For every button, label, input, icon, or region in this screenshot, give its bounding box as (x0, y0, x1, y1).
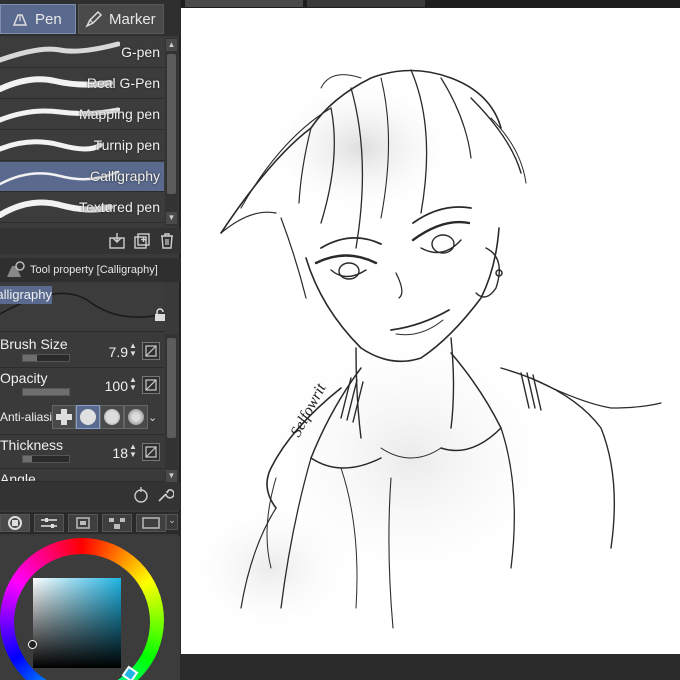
aa-strong-option[interactable] (124, 405, 148, 429)
brush-preview: Calligraphy (0, 284, 164, 332)
thickness-slider[interactable] (22, 455, 70, 463)
tool-property-icon (7, 261, 25, 277)
brush-label: Real G-Pen (86, 75, 160, 91)
scroll-up-icon[interactable]: ▲ (166, 39, 177, 51)
marker-icon (83, 8, 105, 30)
prop-row-brush-size[interactable]: Brush Size 7.9 ▲ ▼ (0, 334, 164, 368)
tab-color-wheel[interactable] (0, 514, 30, 532)
prop-value[interactable]: 100 (105, 378, 128, 394)
tool-property-title: Tool property [Calligraphy] (30, 264, 158, 276)
stepper-icon[interactable]: ▲ ▼ (128, 376, 138, 394)
brush-item-calligraphy[interactable]: Calligraphy (0, 162, 164, 192)
duplicate-icon[interactable] (133, 232, 151, 250)
brush-item-mapping-pen[interactable]: Mapping pen (0, 100, 164, 130)
prop-row-thickness[interactable]: Thickness 18 ▲ ▼ (0, 435, 164, 469)
prop-value[interactable]: 7.9 (109, 344, 128, 360)
tool-property-header: Tool property [Calligraphy] (0, 258, 180, 282)
brush-label: G-pen (121, 44, 160, 60)
brush-label: Textured pen (79, 199, 160, 215)
canvas-status-bar (181, 654, 680, 680)
tab-pen[interactable]: Pen (0, 4, 76, 34)
prop-row-anti-aliasing[interactable]: Anti-aliasing ⌄ (0, 401, 164, 435)
tool-name-badge: Calligraphy (0, 286, 52, 304)
subtool-actions-bar (0, 228, 180, 254)
pressure-toggle-icon[interactable] (142, 443, 160, 461)
prop-label: Anti-aliasing (0, 410, 52, 424)
prop-row-opacity[interactable]: Opacity 100 ▲ ▼ (0, 368, 164, 402)
lock-icon[interactable] (154, 308, 166, 322)
wrench-icon[interactable] (156, 486, 174, 504)
tool-property-actions (0, 482, 180, 510)
pressure-toggle-icon[interactable] (142, 342, 160, 360)
brush-label: Turnip pen (93, 137, 160, 153)
brush-size-slider[interactable] (22, 354, 70, 362)
brush-item-g-pen[interactable]: G-pen (0, 38, 164, 68)
pressure-toggle-icon[interactable] (142, 376, 160, 394)
tab-color-slider[interactable] (34, 514, 64, 532)
aa-none-option[interactable] (52, 405, 76, 429)
tab-pen-label: Pen (35, 10, 62, 28)
color-panel-tabs: ⌄ (0, 512, 180, 534)
color-picker-marker[interactable] (28, 640, 37, 649)
brush-item-real-g-pen[interactable]: Real G-Pen (0, 69, 164, 99)
brush-list-scrollbar[interactable]: ▲ ▼ (165, 38, 178, 226)
document-tab[interactable] (307, 0, 425, 7)
prop-label: Opacity (0, 370, 48, 386)
trash-icon[interactable] (158, 232, 176, 250)
brush-list: G-pen Real G-Pen Mapping pen Turnip pen … (0, 38, 164, 226)
tool-property-scrollbar[interactable]: ▼ (165, 334, 178, 484)
prop-label: Thickness (0, 437, 64, 453)
tab-marker-label: Marker (109, 10, 156, 28)
stepper-icon[interactable]: ▲ ▼ (128, 443, 138, 461)
drawing-canvas[interactable]: Selfowrit (181, 8, 680, 654)
scrollbar-thumb[interactable] (167, 54, 176, 194)
color-wheel-panel (0, 536, 180, 680)
aa-medium-option[interactable] (100, 405, 124, 429)
tab-approximate-color[interactable] (136, 514, 166, 532)
import-icon[interactable] (108, 232, 126, 250)
prop-row-angle[interactable]: Angle 90 (0, 469, 164, 482)
tab-marker[interactable]: Marker (78, 4, 164, 34)
scrollbar-thumb[interactable] (167, 338, 176, 438)
document-tab[interactable] (185, 0, 303, 7)
document-tab-bar (181, 0, 680, 8)
reset-icon[interactable] (132, 486, 150, 504)
sketch-artwork: Selfowrit (181, 69, 662, 638)
subtool-tab-bar: Pen Marker (0, 0, 180, 36)
scroll-down-icon[interactable]: ▼ (166, 470, 177, 482)
chevron-down-icon[interactable]: ⌄ (148, 411, 157, 424)
brush-item-textured-pen[interactable]: Textured pen (0, 193, 164, 223)
scroll-down-icon[interactable]: ▼ (166, 212, 177, 224)
pen-nib-icon (9, 8, 31, 30)
brush-item-turnip-pen[interactable]: Turnip pen (0, 131, 164, 161)
stepper-icon[interactable]: ▲ ▼ (128, 342, 138, 360)
aa-weak-option[interactable] (76, 405, 100, 429)
tab-intermediate-color[interactable] (102, 514, 132, 532)
left-tool-panel: Pen Marker G-pen Real G-Pen Mapping pen … (0, 0, 180, 680)
saturation-value-square[interactable] (33, 578, 121, 668)
prop-label: Brush Size (0, 336, 68, 352)
chevron-down-icon[interactable]: ⌄ (166, 514, 178, 530)
prop-label: Angle (0, 471, 36, 482)
prop-value[interactable]: 18 (112, 445, 128, 461)
tab-color-set[interactable] (68, 514, 98, 532)
brush-stroke-preview (0, 41, 120, 63)
brush-label: Mapping pen (79, 106, 160, 122)
brush-label: Calligraphy (89, 168, 160, 184)
opacity-slider[interactable] (22, 388, 70, 396)
